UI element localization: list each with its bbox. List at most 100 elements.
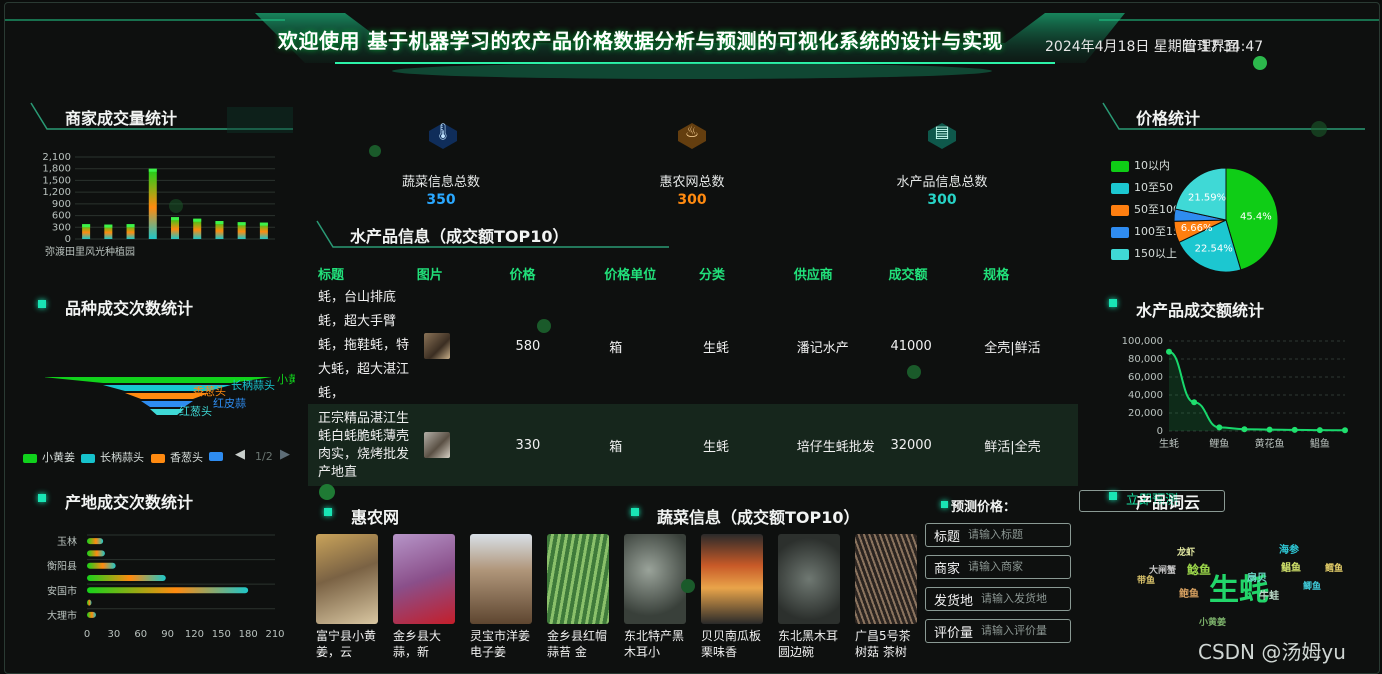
- dashboard-frame: 欢迎使用 基于机器学习的农产品价格数据分析与预测的可视化系统的设计与实现 202…: [4, 2, 1380, 674]
- pie-value-label: 6.66%: [1181, 223, 1213, 234]
- y-tick-label: 300: [52, 222, 71, 233]
- decorative-dot: [319, 484, 335, 500]
- legend-item[interactable]: 小黄姜: [23, 449, 75, 465]
- bar-cap: [237, 222, 246, 226]
- y-tick-label: 900: [52, 199, 71, 210]
- aquatic-amount-title: 水产品成交额统计: [1136, 301, 1265, 320]
- product-card[interactable]: 贝贝南瓜板栗味香: [701, 534, 763, 660]
- product-card[interactable]: 东北特产黑木耳小: [624, 534, 686, 660]
- origin-input[interactable]: [979, 592, 1074, 606]
- line-point: [1241, 426, 1248, 433]
- word-cloud-word: 鲍鱼: [1179, 589, 1199, 600]
- funnel-label: 小黄姜: [277, 372, 295, 386]
- pie-legend-item[interactable]: 10以内: [1111, 157, 1170, 173]
- table-row[interactable]: 蚝，台山排底蚝，超大手臂蚝，拖鞋蚝，特大蚝，超大湛江蚝， 580 箱 生蚝 潘记…: [308, 288, 1078, 404]
- y-tick-label: 0: [65, 234, 71, 245]
- y-tick-label: 40,000: [1128, 390, 1163, 401]
- stat-huinong: 惠农网总数 300: [659, 175, 725, 208]
- product-card[interactable]: 金乡县红帽蒜苔 金: [547, 534, 609, 660]
- decorative-dot: [1253, 56, 1267, 70]
- reviews-input[interactable]: [979, 624, 1074, 638]
- stat-aquatic: 水产品信息总数 300: [896, 175, 988, 208]
- product-card[interactable]: 金乡县大蒜，新: [393, 534, 455, 660]
- product-thumbnail: [423, 333, 450, 359]
- funnel-label: 长柄蒜头: [231, 379, 275, 392]
- bar-cap: [215, 221, 224, 225]
- y-tick-label: 600: [52, 211, 71, 222]
- word-cloud-word: 龙虾: [1177, 548, 1196, 558]
- word-cloud-word: 小黄姜: [1199, 618, 1227, 628]
- product-thumbnail: [423, 432, 450, 458]
- header: 欢迎使用 基于机器学习的农产品价格数据分析与预测的可视化系统的设计与实现 202…: [5, 3, 1379, 83]
- legend-prev-icon[interactable]: ◀: [235, 447, 245, 462]
- bar: [87, 550, 105, 557]
- predict-title: 预测价格：: [951, 500, 1017, 515]
- variety-funnel-chart: 小黄姜长柄蒜头香葱头红皮蒜红葱头: [45, 372, 295, 418]
- x-tick-label: 生蚝: [1159, 437, 1179, 450]
- merchant-input[interactable]: [966, 560, 1061, 574]
- bar-cap: [148, 168, 157, 172]
- legend-item[interactable]: [209, 449, 228, 462]
- price-pie-chart: 45.4% 22.54% 6.66% 21.59%: [1173, 167, 1279, 273]
- legend-next-icon[interactable]: ▶: [280, 447, 290, 462]
- line-point: [1291, 426, 1298, 433]
- product-card[interactable]: 广昌5号茶树菇 茶树: [855, 534, 917, 660]
- stat-icon: 🌡: [423, 111, 463, 151]
- legend-item[interactable]: 长柄蒜头: [81, 449, 144, 465]
- bar: [87, 599, 92, 606]
- x-tick-label: 210: [265, 629, 284, 640]
- decorative-dot: [681, 579, 695, 593]
- bar: [87, 611, 96, 618]
- y-tick-label: 大理市: [47, 609, 77, 622]
- vegetables-title: 蔬菜信息（成交额TOP10）: [657, 508, 860, 527]
- svg-text:▤: ▤: [934, 122, 949, 141]
- bar: [148, 168, 157, 239]
- word-cloud-word: 鳕鱼: [1325, 564, 1344, 574]
- stat-vegetables: 蔬菜信息总数 350: [401, 175, 480, 208]
- aquatic-amount-chart: 100,000 80,000 60,000 40,000 20,000 0生蚝 鲤鱼 黄花鱼 鲳…: [1122, 336, 1348, 450]
- y-tick-label: 60,000: [1128, 372, 1163, 383]
- x-tick-label: 黄花鱼: [1255, 437, 1285, 450]
- bar-cap: [171, 217, 179, 221]
- y-tick-label: 20,000: [1128, 408, 1163, 419]
- funnel-label: 红葱头: [179, 405, 212, 418]
- word-cloud: 生蚝 鲶鱼 鲳鱼 小黄姜 龙虾 扇贝 海参 鲫鱼 鲍鱼 牛蛙 带鱼 大闸蟹 鳕鱼: [1129, 539, 1343, 649]
- stat-icon: ▤: [922, 111, 962, 151]
- decorative-dot: [537, 319, 551, 333]
- product-card[interactable]: 富宁县小黄姜，云: [316, 534, 378, 660]
- origin-field: 发货地: [925, 587, 1074, 611]
- svg-text:♨: ♨: [685, 122, 699, 141]
- x-tick-label: 60: [134, 629, 147, 640]
- y-tick-label: 1,200: [42, 187, 71, 198]
- word-cloud-word: 海参: [1279, 545, 1299, 556]
- merchant-field: 商家: [925, 555, 1071, 579]
- title-input[interactable]: [966, 528, 1061, 542]
- page-title: 欢迎使用 基于机器学习的农产品价格数据分析与预测的可视化系统的设计与实现: [278, 29, 1003, 53]
- origin-count-title: 产地成交次数统计: [65, 493, 194, 512]
- pie-legend-item[interactable]: 150以上: [1111, 245, 1177, 261]
- table-row[interactable]: 正宗精品湛江生蚝白蚝脆蚝薄壳肉实，烧烤批发产地直 330 箱 生蚝 培仔生蚝批发…: [308, 404, 1078, 486]
- product-card[interactable]: 灵宝市洋姜电子姜: [470, 534, 532, 660]
- admin-link[interactable]: 管理界面: [1183, 36, 1239, 56]
- bar-cap: [193, 218, 202, 222]
- x-tick-label: 120: [185, 629, 204, 640]
- y-tick-label: 1,800: [42, 164, 71, 175]
- legend-item[interactable]: 香葱头: [151, 449, 203, 465]
- pie-legend-item[interactable]: 50至100: [1111, 201, 1180, 217]
- aquatic-table-title: 水产品信息（成交额TOP10）: [350, 227, 569, 246]
- line-area: [1169, 351, 1345, 431]
- pie-value-label: 21.59%: [1188, 193, 1226, 204]
- bullet-square: [941, 501, 948, 508]
- decorative-dot: [1311, 121, 1327, 137]
- bar-cap: [82, 224, 91, 228]
- word-cloud-word: 鲳鱼: [1281, 563, 1301, 574]
- reviews-field: 评价量: [925, 619, 1074, 643]
- bar: [87, 575, 166, 581]
- product-card[interactable]: 东北黑木耳 圆边碗: [778, 534, 840, 660]
- bar-cap: [104, 224, 113, 228]
- pie-legend-item[interactable]: 100至15: [1111, 223, 1180, 239]
- pie-legend-item[interactable]: 10至50: [1111, 179, 1173, 195]
- bullet-square: [38, 300, 46, 308]
- wordcloud-title: 产品词云: [1136, 493, 1201, 512]
- word-cloud-word: 大闸蟹: [1149, 566, 1177, 576]
